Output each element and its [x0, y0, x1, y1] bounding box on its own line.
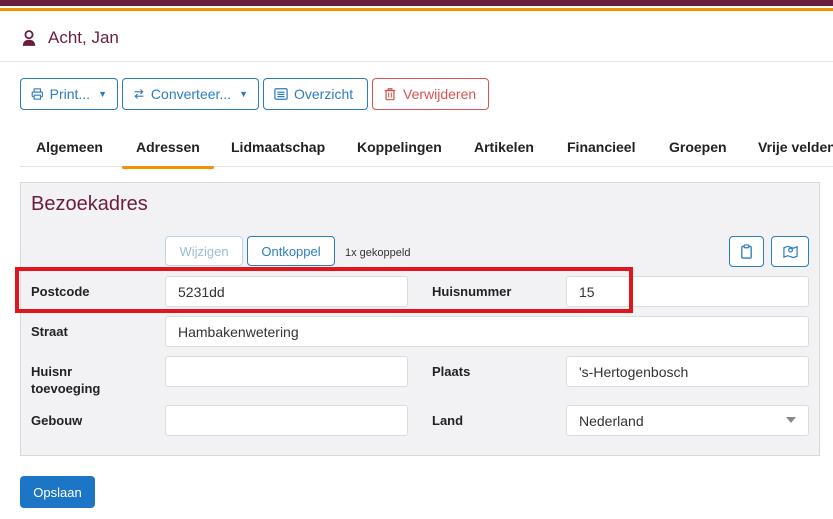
print-label: Print... — [49, 86, 91, 102]
street-input[interactable]: Hambakenwetering — [165, 316, 809, 347]
addition-input[interactable] — [165, 356, 408, 387]
list-icon — [274, 88, 288, 100]
linked-count: 1x gekoppeld — [345, 247, 411, 259]
tab-groepen[interactable]: Groepen — [669, 139, 727, 155]
addition-label-line2: toevoeging — [31, 381, 101, 396]
page-header: Acht, Jan — [20, 26, 119, 50]
print-button[interactable]: Print... ▼ — [20, 78, 118, 110]
chevron-down-icon: ▼ — [98, 89, 107, 99]
tab-artikelen[interactable]: Artikelen — [474, 139, 534, 155]
street-label: Straat — [31, 324, 68, 339]
city-input[interactable]: 's-Hertogenbosch — [566, 356, 809, 387]
section-title: Bezoekadres — [31, 193, 148, 215]
chevron-down-icon: ▼ — [239, 89, 248, 99]
building-input[interactable] — [165, 405, 408, 436]
clipboard-icon — [741, 244, 752, 259]
delete-label: Verwijderen — [403, 86, 477, 102]
tab-adressen[interactable]: Adressen — [122, 139, 214, 169]
overview-button[interactable]: Overzicht — [263, 78, 368, 110]
trash-icon — [384, 88, 396, 101]
printer-icon — [31, 88, 43, 100]
city-label: Plaats — [432, 364, 471, 379]
building-label: Gebouw — [31, 413, 83, 428]
tab-vrije-velden[interactable]: Vrije velden — [758, 139, 833, 155]
map-button[interactable] — [771, 236, 809, 267]
top-color-bar — [0, 0, 833, 12]
save-button[interactable]: Opslaan — [20, 476, 95, 508]
highlight-box — [15, 267, 633, 313]
header-divider — [0, 61, 833, 62]
tab-bar: Algemeen Adressen Lidmaatschap Koppeling… — [20, 130, 833, 169]
tab-lidmaatschap[interactable]: Lidmaatschap — [231, 139, 325, 155]
convert-button[interactable]: Converteer... ▼ — [122, 78, 259, 110]
edit-button[interactable]: Wijzigen — [165, 236, 243, 266]
person-icon — [22, 30, 36, 46]
country-value: Nederland — [579, 412, 644, 429]
clipboard-button[interactable] — [729, 236, 764, 267]
country-label: Land — [432, 413, 464, 428]
unlink-button[interactable]: Ontkoppel — [247, 236, 335, 266]
convert-label: Converteer... — [150, 86, 232, 102]
tab-algemeen[interactable]: Algemeen — [36, 139, 103, 155]
overview-label: Overzicht — [294, 86, 354, 102]
exchange-icon — [134, 89, 144, 99]
delete-button[interactable]: Verwijderen — [372, 78, 489, 110]
page-title: Acht, Jan — [48, 28, 119, 47]
addition-label-line1: Huisnr — [31, 364, 73, 379]
chevron-down-icon — [786, 417, 796, 423]
tab-financieel[interactable]: Financieel — [567, 139, 635, 155]
country-select[interactable]: Nederland — [566, 405, 809, 436]
tab-koppelingen[interactable]: Koppelingen — [357, 139, 442, 155]
map-icon — [782, 245, 798, 259]
